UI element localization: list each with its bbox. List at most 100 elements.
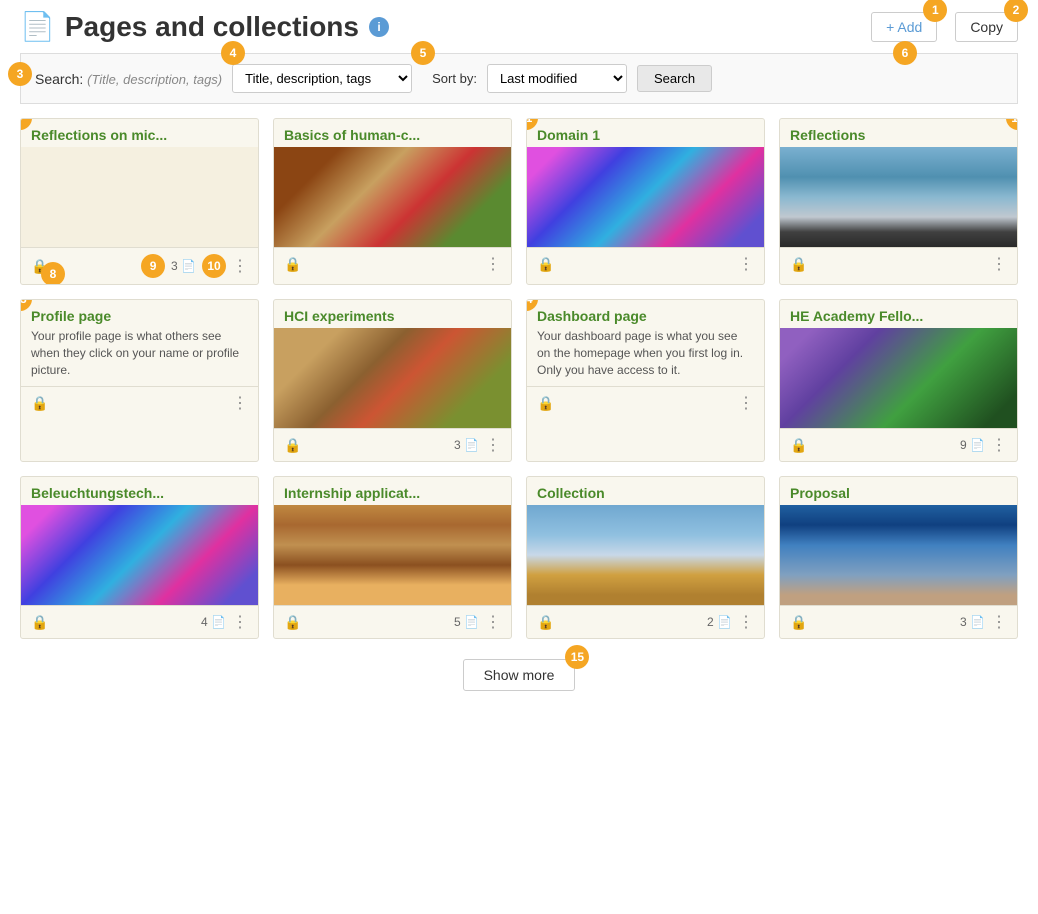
card-image xyxy=(780,505,1017,605)
more-options-icon[interactable]: ⋮ xyxy=(991,612,1007,632)
page-header: 📄 Pages and collections i 1 + Add 2 Copy xyxy=(20,10,1018,43)
badge-2: 2 xyxy=(1004,0,1028,22)
lock-icon: 🔒 xyxy=(537,395,554,412)
card-8[interactable]: HE Academy Fello...🔒9 📄⋮ xyxy=(779,299,1018,462)
page-title-area: 📄 Pages and collections i xyxy=(20,10,389,43)
card-title: Dashboard page xyxy=(527,300,764,328)
card-3[interactable]: 11Domain 1🔒⋮ xyxy=(526,118,765,285)
card-7[interactable]: 14Dashboard pageYour dashboard page is w… xyxy=(526,299,765,462)
card-footer: 🔒 3 📄 ⋮ xyxy=(780,605,1017,638)
card-footer-right: ⋮ xyxy=(232,393,248,413)
badge-8: 8 xyxy=(41,262,65,285)
card-footer-left: 🔒 xyxy=(31,614,48,631)
lock-icon: 🔒 xyxy=(284,437,301,454)
copy-count: 3 📄 xyxy=(454,438,479,452)
lock-icon: 🔒 xyxy=(31,614,48,631)
card-title: Internship applicat... xyxy=(274,477,511,505)
search-button[interactable]: Search xyxy=(637,65,712,92)
card-image xyxy=(21,505,258,605)
badge-9: 9 xyxy=(141,254,165,278)
lock-icon: 🔒 xyxy=(537,614,554,631)
card-title: HE Academy Fello... xyxy=(780,300,1017,328)
lock-icon: 🔒 xyxy=(790,256,807,273)
card-footer-right: ⋮ xyxy=(738,254,754,274)
lock-icon: 🔒 xyxy=(284,614,301,631)
card-footer: 🔒 3 📄 ⋮ xyxy=(274,428,511,461)
more-options-icon[interactable]: ⋮ xyxy=(991,435,1007,455)
card-1[interactable]: 7Reflections on mic...8🔒93 📄10⋮ xyxy=(20,118,259,285)
badge-4: 4 xyxy=(221,41,245,65)
sort-label: Sort by: xyxy=(432,71,477,86)
card-image xyxy=(274,147,511,247)
page-wrapper: 📄 Pages and collections i 1 + Add 2 Copy… xyxy=(0,0,1038,914)
more-options-icon[interactable]: ⋮ xyxy=(485,435,501,455)
info-icon[interactable]: i xyxy=(369,17,389,37)
badge-10: 10 xyxy=(202,254,226,278)
card-title: Beleuchtungstech... xyxy=(21,477,258,505)
card-2[interactable]: Basics of human-c...🔒⋮ xyxy=(273,118,512,285)
card-12[interactable]: Proposal 🔒 3 📄 ⋮ xyxy=(779,476,1018,639)
copy-count: 3 📄 xyxy=(960,615,985,629)
more-options-icon[interactable]: ⋮ xyxy=(485,254,501,274)
card-4[interactable]: 12Reflections🔒⋮ xyxy=(779,118,1018,285)
card-footer: 🔒⋮ xyxy=(527,247,764,280)
card-footer: 8🔒93 📄10⋮ xyxy=(21,247,258,284)
card-footer-left: 🔒 xyxy=(537,614,554,631)
badge-5: 5 xyxy=(411,41,435,65)
badge-6: 6 xyxy=(893,41,917,65)
more-options-icon[interactable]: ⋮ xyxy=(232,393,248,413)
card-footer: 🔒 5 📄⋮ xyxy=(274,605,511,638)
card-footer: 🔒⋮ xyxy=(21,386,258,419)
copy-count: 9 📄 xyxy=(960,438,985,452)
card-footer-right: 3 📄 ⋮ xyxy=(454,435,501,455)
card-title: Collection xyxy=(527,477,764,505)
card-footer-left: 🔒 xyxy=(284,256,301,273)
card-10[interactable]: Internship applicat... 🔒 5 📄⋮ xyxy=(273,476,512,639)
page-title: Pages and collections xyxy=(65,11,359,43)
card-footer-right: 4 📄⋮ xyxy=(201,612,248,632)
badge-15: 15 xyxy=(565,645,589,669)
card-footer-right: 5 📄⋮ xyxy=(454,612,501,632)
card-image xyxy=(780,147,1017,247)
card-desc: Your profile page is what others see whe… xyxy=(21,328,258,386)
card-footer-left: 🔒 xyxy=(31,395,48,412)
sort-select[interactable]: Last modified xyxy=(487,64,627,93)
card-footer: 🔒9 📄⋮ xyxy=(780,428,1017,461)
card-footer-right: 3 📄 ⋮ xyxy=(960,612,1007,632)
cards-grid: 7Reflections on mic...8🔒93 📄10⋮Basics of… xyxy=(20,118,1018,639)
more-options-icon[interactable]: ⋮ xyxy=(232,612,248,632)
more-options-icon[interactable]: ⋮ xyxy=(991,254,1007,274)
search-field-select[interactable]: Title, description, tags xyxy=(232,64,412,93)
card-title: HCI experiments xyxy=(274,300,511,328)
card-footer: 🔒⋮ xyxy=(274,247,511,280)
more-options-icon[interactable]: ⋮ xyxy=(738,254,754,274)
card-image xyxy=(527,147,764,247)
lock-icon: 🔒 xyxy=(790,614,807,631)
more-options-icon[interactable]: ⋮ xyxy=(738,612,754,632)
card-image xyxy=(527,505,764,605)
card-title: Domain 1 xyxy=(527,119,764,147)
card-desc: Your dashboard page is what you see on t… xyxy=(527,328,764,386)
card-11[interactable]: Collection🔒2 📄⋮ xyxy=(526,476,765,639)
card-footer-left: 🔒 xyxy=(790,614,807,631)
card-title: Proposal xyxy=(780,477,1017,505)
card-footer: 🔒 4 📄⋮ xyxy=(21,605,258,638)
card-6[interactable]: HCI experiments 🔒 3 📄 ⋮ xyxy=(273,299,512,462)
card-5[interactable]: 13Profile pageYour profile page is what … xyxy=(20,299,259,462)
card-footer-left: 🔒 xyxy=(284,437,301,454)
show-more-area: 15 Show more xyxy=(20,659,1018,691)
card-9[interactable]: Beleuchtungstech... 🔒 4 📄⋮ xyxy=(20,476,259,639)
card-image xyxy=(780,328,1017,428)
card-title: Reflections on mic... xyxy=(21,119,258,147)
search-label: Search: (Title, description, tags) xyxy=(35,71,222,87)
copy-count: 3 📄 xyxy=(171,259,196,273)
more-options-icon[interactable]: ⋮ xyxy=(738,393,754,413)
show-more-button[interactable]: Show more xyxy=(463,659,576,691)
more-options-icon[interactable]: ⋮ xyxy=(485,612,501,632)
card-footer-left: 🔒 xyxy=(284,614,301,631)
card-footer-left: 🔒 xyxy=(790,256,807,273)
card-footer-left: 🔒 xyxy=(537,395,554,412)
more-options-icon[interactable]: ⋮ xyxy=(232,256,248,276)
lock-icon: 🔒 xyxy=(537,256,554,273)
badge-3: 3 xyxy=(8,62,32,86)
